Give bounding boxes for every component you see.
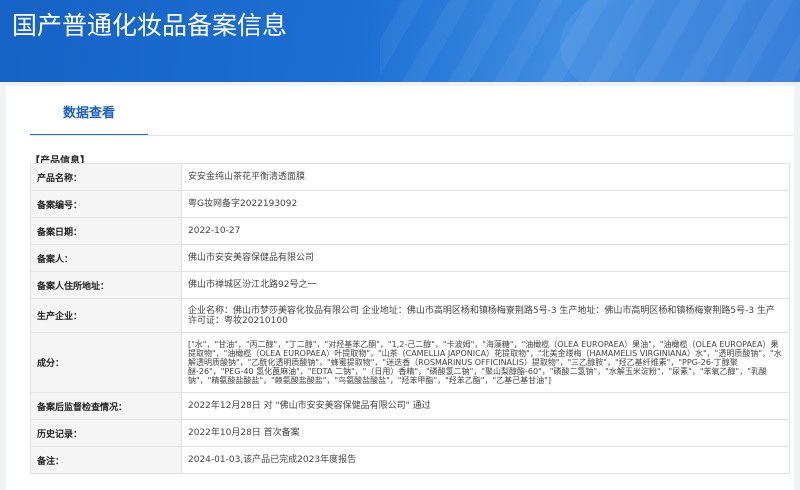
ingredients-value: ["水"，"甘油"，"丙二醇"，"丁二醇"，"对羟基苯乙酮"，"1,2-己二醇"… [181,332,790,393]
product-info-table: 产品名称： 安安金纯山茶花平衡清透面膜 备案编号： 粤G妆网备字20221930… [30,163,790,474]
table-row: 历史记录： 2022年10月28日 首次备案 [30,419,790,447]
row-key: 备案人： [30,244,182,272]
table-row: 备案人： 佛山市安安美容保健品有限公司 [30,244,790,272]
record-date-value: 2022-10-27 [181,217,790,245]
row-key: 备案后监督检查情况： [30,392,182,420]
table-row: 成分： ["水"，"甘油"，"丙二醇"，"丁二醇"，"对羟基苯乙酮"，"1,2-… [30,332,790,393]
registrant-value: 佛山市安安美容保健品有限公司 [181,244,790,272]
row-key: 备案人住所地址： [30,271,182,299]
page-title: 国产普通化妆品备案信息 [12,11,288,40]
row-key: 生产企业： [30,298,182,333]
inspection-status-value: 2022年12月28日 对 "佛山市安安美容保健品有限公司" 通过 [181,392,790,420]
table-row: 生产企业： 企业名称：佛山市梦莎美容化妆品有限公司 企业地址：佛山市高明区杨和镇… [30,298,790,333]
history-value: 2022年10月28日 首次备案 [181,419,790,447]
table-row: 备案后监督检查情况： 2022年12月28日 对 "佛山市安安美容保健品有限公司… [30,392,790,420]
table-row: 产品名称： 安安金纯山茶花平衡清透面膜 [30,163,790,191]
manufacturer-value: 企业名称：佛山市梦莎美容化妆品有限公司 企业地址：佛山市高明区杨和镇杨梅寮荆路5… [181,298,790,333]
row-key: 产品名称： [30,163,182,191]
content-panel: 数据查看 【产品信息】 产品名称： 安安金纯山茶花平衡清透面膜 备案编号： 粤G… [6,86,794,490]
table-row: 备注： 2024-01-03,该产品已完成2023年度报告 [30,446,790,474]
table-row: 备案人住所地址： 佛山市禅城区汾江北路92号之一 [30,271,790,299]
row-key: 备案日期： [30,217,182,245]
row-key: 历史记录： [30,419,182,447]
remarks-value: 2024-01-03,该产品已完成2023年度报告 [181,446,790,474]
table-row: 备案日期： 2022-10-27 [30,217,790,245]
tab-data-view[interactable]: 数据查看 [30,104,148,136]
row-key: 备案编号： [30,190,182,218]
registrant-address-value: 佛山市禅城区汾江北路92号之一 [181,271,790,299]
product-name-value: 安安金纯山茶花平衡清透面膜 [181,163,790,191]
row-key: 成分： [30,332,182,393]
record-number-value: 粤G妆网备字2022193092 [181,190,790,218]
tab-divider [30,135,794,136]
table-row: 备案编号： 粤G妆网备字2022193092 [30,190,790,218]
header-banner: 国产普通化妆品备案信息 [0,0,800,82]
row-key: 备注： [30,446,182,474]
